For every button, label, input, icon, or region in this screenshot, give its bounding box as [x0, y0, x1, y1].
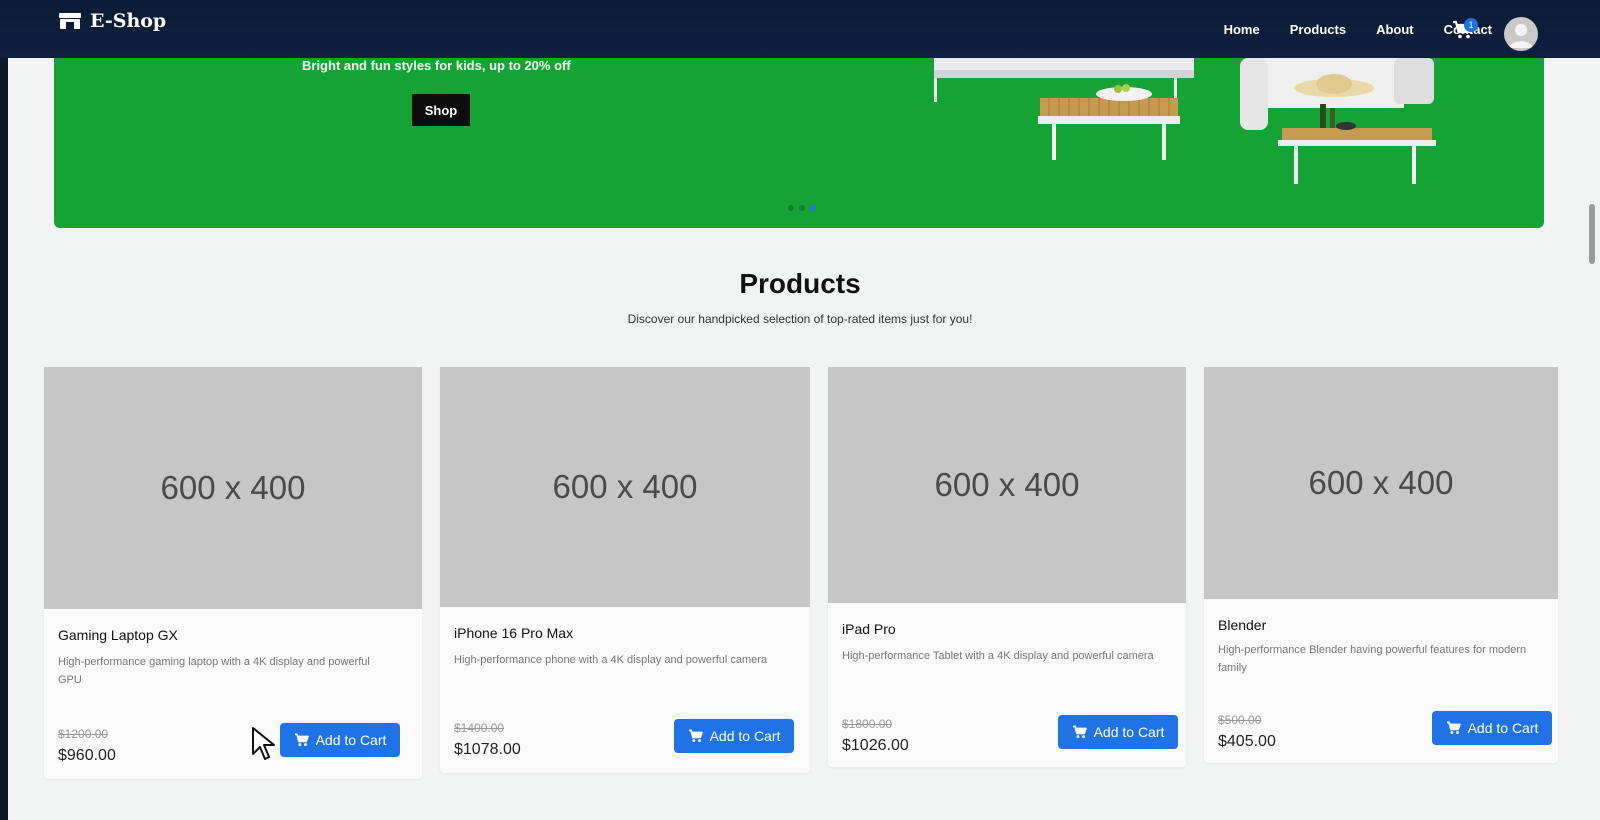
user-avatar-icon	[1509, 24, 1533, 48]
nav-products[interactable]: Products	[1290, 22, 1346, 37]
user-avatar[interactable]	[1504, 17, 1538, 51]
mouse-cursor-icon	[252, 727, 275, 760]
banner-tagline: Bright and fun styles for kids, up to 20…	[302, 58, 571, 73]
carousel-dot-3[interactable]	[810, 205, 816, 211]
products-subheading: Discover our handpicked selection of top…	[627, 312, 973, 326]
add-to-cart-button[interactable]: Add to Cart	[280, 723, 400, 757]
brand-logo[interactable]: E-Shop	[58, 10, 166, 32]
nav-about[interactable]: About	[1376, 22, 1414, 37]
shop-button[interactable]: Shop	[412, 94, 470, 126]
cart-icon	[688, 729, 703, 742]
hero-banner: Bright and fun styles for kids, up to 20…	[54, 58, 1544, 228]
add-to-cart-button[interactable]: Add to Cart	[674, 719, 794, 753]
cart-icon	[294, 733, 309, 746]
page-scrollbar[interactable]	[1589, 204, 1595, 264]
banner-furniture-image	[934, 58, 1436, 184]
product-image-placeholder[interactable]: 600 x 400	[1204, 367, 1558, 599]
product-price: $405.00	[1218, 733, 1276, 750]
cart-icon	[1446, 721, 1461, 734]
product-description: High-performance Tablet with a 4K displa…	[842, 650, 1154, 662]
product-image-placeholder[interactable]: 600 x 400	[440, 367, 810, 607]
add-to-cart-button[interactable]: Add to Cart	[1058, 715, 1178, 749]
product-card: 600 x 400 Gaming Laptop GX High-performa…	[44, 367, 422, 779]
product-name[interactable]: iPad Pro	[842, 621, 896, 637]
product-old-price: $1200.00	[58, 727, 109, 741]
cart-icon	[1072, 725, 1087, 738]
carousel-indicators	[788, 205, 816, 211]
product-image-placeholder[interactable]: 600 x 400	[828, 367, 1186, 603]
product-old-price: $1400.00	[454, 721, 505, 735]
product-name[interactable]: Blender	[1218, 617, 1266, 633]
product-description: High-performance phone with a 4K display…	[454, 654, 768, 666]
brand-name: E-Shop	[90, 10, 167, 32]
cart-button[interactable]: 1	[1452, 18, 1478, 42]
carousel-dot-2[interactable]	[799, 205, 805, 211]
add-to-cart-label: Add to Cart	[1093, 724, 1165, 740]
product-price: $1078.00	[454, 741, 521, 758]
add-to-cart-label: Add to Cart	[315, 732, 387, 748]
store-icon	[59, 13, 81, 29]
carousel-dot-1[interactable]	[788, 205, 794, 211]
product-card: 600 x 400 iPad Pro High-performance Tabl…	[828, 367, 1186, 767]
product-image-placeholder[interactable]: 600 x 400	[44, 367, 422, 609]
product-name[interactable]: iPhone 16 Pro Max	[454, 625, 573, 641]
add-to-cart-label: Add to Cart	[709, 728, 781, 744]
product-name[interactable]: Gaming Laptop GX	[58, 627, 178, 643]
add-to-cart-label: Add to Cart	[1467, 720, 1539, 736]
add-to-cart-button[interactable]: Add to Cart	[1432, 711, 1552, 745]
product-description: High-performance gaming laptop with a 4K…	[58, 656, 370, 686]
product-price: $1026.00	[842, 737, 909, 754]
product-price: $960.00	[58, 747, 116, 764]
product-old-price: $1800.00	[842, 717, 893, 731]
cart-count-badge: 1	[1464, 18, 1478, 32]
nav-home[interactable]: Home	[1224, 22, 1260, 37]
product-description: High-performance Blender having powerful…	[1218, 644, 1527, 674]
products-heading: Products	[739, 268, 861, 299]
product-card: 600 x 400 iPhone 16 Pro Max High-perform…	[440, 367, 810, 773]
product-old-price: $500.00	[1218, 713, 1262, 727]
navbar: E-Shop Home Products About Contact 1	[0, 0, 1600, 58]
screen-bezel	[0, 0, 8, 820]
product-card: 600 x 400 Blender High-performance Blend…	[1204, 367, 1558, 763]
